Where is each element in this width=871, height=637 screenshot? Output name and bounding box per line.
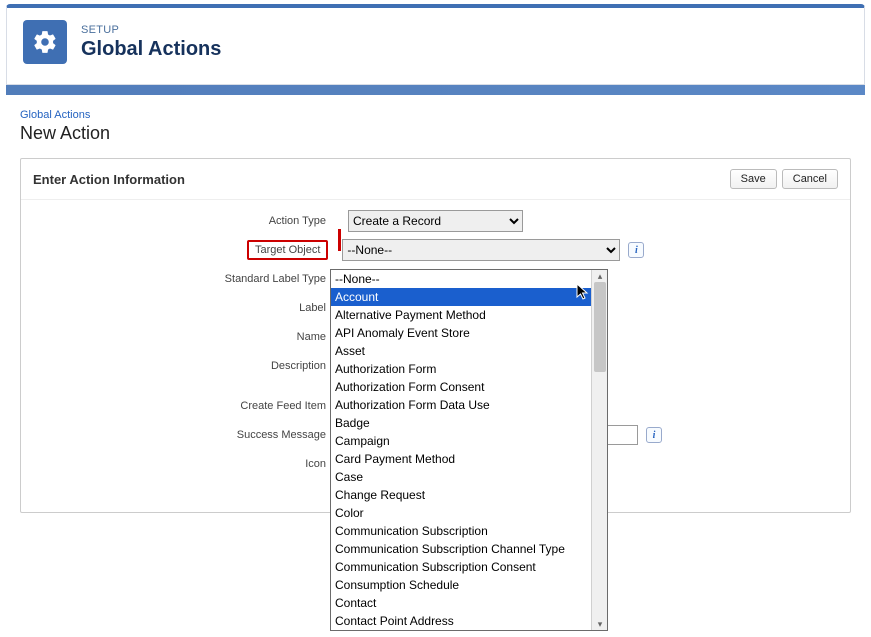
dropdown-option[interactable]: Contact — [331, 594, 591, 612]
dropdown-option[interactable]: Badge — [331, 414, 591, 432]
dropdown-option[interactable]: Change Request — [331, 486, 591, 504]
page-title: Global Actions — [81, 38, 221, 61]
label-create-feed-item: Create Feed Item — [31, 400, 336, 412]
dropdown-scrollbar[interactable]: ▴ ▾ — [591, 270, 607, 630]
help-icon[interactable]: i — [646, 427, 662, 443]
required-indicator — [338, 229, 341, 251]
breadcrumb-link-global-actions[interactable]: Global Actions — [20, 109, 90, 121]
dropdown-option[interactable]: Card Payment Method — [331, 450, 591, 468]
dropdown-option[interactable]: --None-- — [331, 270, 591, 288]
dropdown-listbox[interactable]: --None--AccountAlternative Payment Metho… — [331, 270, 591, 630]
scroll-down-arrow-icon[interactable]: ▾ — [595, 619, 605, 629]
dropdown-option[interactable]: Contact Point Address — [331, 612, 591, 630]
form-header: Enter Action Information Save Cancel — [21, 159, 850, 200]
label-action-type: Action Type — [31, 215, 336, 227]
label-icon: Icon — [31, 458, 336, 470]
dropdown-option[interactable]: API Anomaly Event Store — [331, 324, 591, 342]
label-target-object: Target Object — [247, 240, 328, 260]
dropdown-option[interactable]: Account — [331, 288, 591, 306]
label-success-message: Success Message — [31, 429, 336, 441]
action-type-select[interactable]: Create a Record — [348, 210, 523, 232]
dropdown-option[interactable]: Authorization Form Consent — [331, 378, 591, 396]
dropdown-option[interactable]: Case — [331, 468, 591, 486]
dropdown-option[interactable]: Authorization Form Data Use — [331, 396, 591, 414]
label-label: Label — [31, 302, 336, 314]
header-text: SETUP Global Actions — [81, 24, 221, 61]
target-object-dropdown: --None--AccountAlternative Payment Metho… — [330, 269, 608, 631]
form-section-title: Enter Action Information — [33, 172, 185, 187]
target-object-select[interactable]: --None-- — [342, 239, 620, 261]
dropdown-option[interactable]: Asset — [331, 342, 591, 360]
dropdown-option[interactable]: Authorization Form — [331, 360, 591, 378]
scroll-thumb[interactable] — [594, 282, 606, 372]
page-header: SETUP Global Actions — [6, 4, 865, 85]
dropdown-option[interactable]: Communication Subscription — [331, 522, 591, 540]
setup-eyebrow: SETUP — [81, 24, 221, 36]
setup-gear-tile — [23, 20, 67, 64]
label-description: Description — [31, 360, 336, 372]
label-standard-label-type: Standard Label Type — [31, 273, 336, 285]
help-icon[interactable]: i — [628, 242, 644, 258]
dropdown-option[interactable]: Alternative Payment Method — [331, 306, 591, 324]
dropdown-option[interactable]: Communication Subscription Channel Type — [331, 540, 591, 558]
dropdown-option[interactable]: Campaign — [331, 432, 591, 450]
label-name: Name — [31, 331, 336, 343]
scroll-up-arrow-icon[interactable]: ▴ — [595, 271, 605, 281]
cancel-button[interactable]: Cancel — [782, 169, 838, 189]
gear-icon — [32, 29, 58, 55]
dropdown-option[interactable]: Color — [331, 504, 591, 522]
save-button[interactable]: Save — [730, 169, 777, 189]
header-accent-strip — [6, 85, 865, 95]
page-subtitle: New Action — [20, 123, 851, 144]
dropdown-option[interactable]: Consumption Schedule — [331, 576, 591, 594]
dropdown-option[interactable]: Communication Subscription Consent — [331, 558, 591, 576]
breadcrumb: Global Actions — [20, 109, 851, 121]
